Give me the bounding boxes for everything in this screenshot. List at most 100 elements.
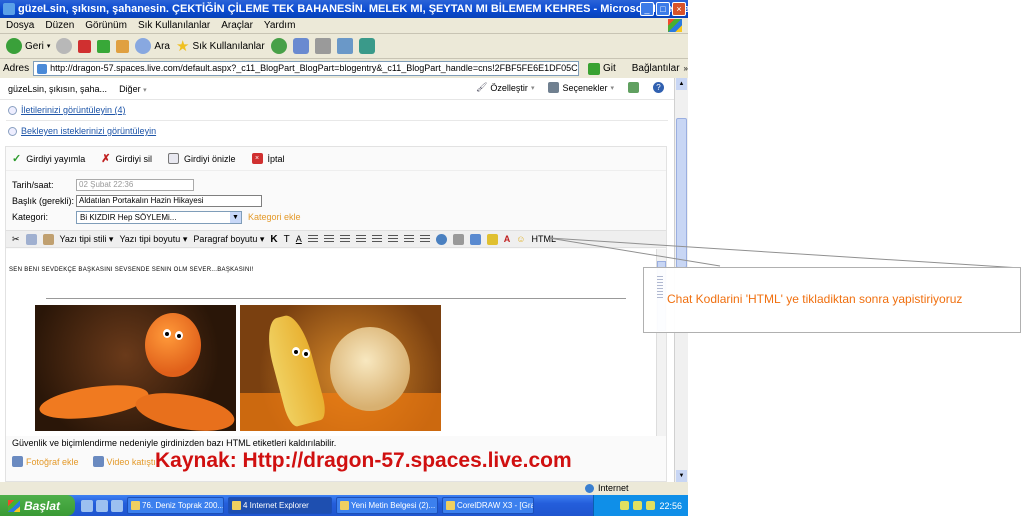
start-button[interactable]: Başlat bbox=[0, 495, 75, 516]
align-center-icon[interactable] bbox=[323, 234, 334, 244]
font-style-dropdown[interactable]: Yazı tipi stili ▾ bbox=[60, 234, 114, 245]
preview-button[interactable]: Girdiyi önizle bbox=[167, 153, 236, 164]
messages-link[interactable]: İletilerinizi görüntüleyin (4) bbox=[21, 105, 126, 115]
tray-icon[interactable] bbox=[633, 501, 643, 510]
quicklaunch-ie-icon[interactable] bbox=[81, 499, 93, 512]
spellcheck-icon[interactable] bbox=[452, 233, 464, 245]
menu-help[interactable]: Yardım bbox=[264, 18, 296, 33]
mail-icon[interactable] bbox=[292, 38, 309, 54]
editor-body[interactable]: SEN BENI SEVDEKÇE BAŞKASINI SEVSENDE SEN… bbox=[6, 249, 656, 436]
menu-edit[interactable]: Düzen bbox=[45, 18, 74, 33]
justify-icon[interactable] bbox=[355, 234, 366, 244]
task-button-1[interactable]: 76. Deniz Toprak 200... bbox=[127, 497, 224, 514]
category-select[interactable]: Bi KIZDIR Hep SÖYLEMi... ▼ bbox=[76, 210, 242, 224]
menu-tools[interactable]: Araçlar bbox=[221, 18, 253, 33]
refresh-icon[interactable] bbox=[97, 39, 111, 53]
back-label: Geri bbox=[25, 40, 44, 52]
more-menu[interactable]: Diğer ▾ bbox=[119, 84, 147, 94]
maximize-button[interactable]: □ bbox=[656, 2, 670, 16]
info-icon bbox=[8, 126, 17, 136]
address-input[interactable]: http://dragon-57.spaces.live.com/default… bbox=[33, 61, 580, 76]
tray-icon[interactable] bbox=[646, 501, 656, 510]
forward-button[interactable] bbox=[56, 38, 73, 54]
photo-banana bbox=[240, 305, 441, 431]
video-icon bbox=[92, 456, 104, 467]
delete-x-icon: ✗ bbox=[101, 153, 111, 165]
brush-icon: 🖌 bbox=[475, 82, 488, 92]
add-category-link[interactable]: Kategori ekle bbox=[248, 212, 301, 222]
link-icon[interactable] bbox=[435, 233, 447, 245]
edit-icon[interactable] bbox=[336, 38, 353, 54]
media-bar: Fotoğraf ekle Video katıştır bbox=[12, 456, 159, 467]
space-name[interactable]: güzeLsin, şıkısın, şaha... bbox=[8, 84, 107, 94]
go-label: Git bbox=[602, 63, 616, 74]
indent-icon[interactable] bbox=[419, 234, 430, 244]
options-button[interactable]: Seçenekler ▾ bbox=[548, 82, 614, 93]
messenger-friends-icon[interactable] bbox=[628, 82, 639, 93]
quicklaunch-desktop-icon[interactable] bbox=[96, 499, 108, 512]
favorites-button[interactable]: ★ Sık Kullanılanlar bbox=[176, 37, 265, 55]
windows-logo-icon bbox=[668, 19, 682, 32]
cancel-button[interactable]: × İptal bbox=[251, 153, 285, 164]
go-arrow-icon bbox=[587, 62, 600, 75]
task-button-ie[interactable]: 4 Internet Explorer bbox=[228, 497, 332, 514]
star-icon: ★ bbox=[175, 38, 190, 55]
table-icon[interactable] bbox=[469, 233, 481, 245]
font-color-icon[interactable]: A bbox=[504, 234, 511, 244]
window-title: güzeLsin, şıkısın, şahanesin. ÇEKTİĞİN Ç… bbox=[18, 3, 688, 15]
highlight-icon[interactable] bbox=[486, 233, 498, 245]
quicklaunch-media-icon[interactable] bbox=[111, 499, 123, 512]
body-text: SEN BENI SEVDEKÇE BAŞKASINI SEVSENDE SEN… bbox=[9, 267, 254, 273]
menu-view[interactable]: Görünüm bbox=[85, 18, 127, 33]
go-button[interactable]: Git bbox=[587, 62, 616, 75]
page-icon bbox=[37, 64, 48, 74]
category-label: Kategori: bbox=[12, 212, 49, 222]
back-button[interactable]: Geri ▾ bbox=[6, 38, 50, 54]
menu-favorites[interactable]: Sık Kullanılanlar bbox=[138, 18, 210, 33]
font-size-dropdown[interactable]: Yazı tipi boyutu ▾ bbox=[119, 234, 187, 245]
bullet-list-icon[interactable] bbox=[387, 234, 398, 244]
stop-icon[interactable] bbox=[78, 39, 92, 53]
customize-button[interactable]: 🖌 Özelleştir ▾ bbox=[476, 82, 534, 93]
numbered-list-icon[interactable] bbox=[371, 234, 382, 244]
bold-button[interactable]: K bbox=[270, 234, 277, 245]
preview-icon bbox=[167, 153, 179, 164]
history-icon[interactable] bbox=[270, 38, 287, 54]
emoticon-icon[interactable]: ☺ bbox=[516, 234, 525, 244]
cut-icon[interactable]: ✂ bbox=[12, 234, 20, 245]
title-bar: güzeLsin, şıkısın, şahanesin. ÇEKTİĞİN Ç… bbox=[0, 0, 688, 18]
print-icon[interactable] bbox=[314, 38, 331, 54]
home-icon[interactable] bbox=[116, 39, 130, 53]
italic-button[interactable]: T bbox=[284, 234, 290, 245]
delete-button[interactable]: ✗ Girdiyi sil bbox=[101, 152, 152, 165]
embed-video-button[interactable]: Video katıştır bbox=[92, 456, 159, 467]
search-button[interactable]: Ara bbox=[135, 38, 170, 54]
system-tray: 22:56 bbox=[593, 495, 688, 516]
paste-icon[interactable] bbox=[42, 233, 54, 245]
outdent-icon[interactable] bbox=[403, 234, 414, 244]
title-field[interactable]: Aldatılan Portakalın Hazin Hikayesi bbox=[76, 195, 262, 207]
close-button[interactable]: × bbox=[672, 2, 686, 16]
align-right-icon[interactable] bbox=[339, 234, 350, 244]
paragraph-size-dropdown[interactable]: Paragraf boyutu ▾ bbox=[193, 234, 264, 245]
notice-messages[interactable]: İletilerinizi görüntüleyin (4) bbox=[0, 100, 674, 120]
links-label[interactable]: Bağlantılar bbox=[632, 63, 680, 74]
publish-button[interactable]: ✓ Girdiyi yayımla bbox=[12, 152, 85, 165]
minimize-button[interactable]: _ bbox=[640, 2, 654, 16]
task-button-notepad[interactable]: Yeni Metin Belgesi (2)... bbox=[336, 497, 438, 514]
tray-icon[interactable] bbox=[620, 501, 630, 510]
menu-file[interactable]: Dosya bbox=[6, 18, 34, 33]
align-left-icon[interactable] bbox=[307, 234, 318, 244]
add-photo-button[interactable]: Fotoğraf ekle bbox=[12, 456, 79, 467]
task-button-coreldraw[interactable]: CorelDRAW X3 - [Gra... bbox=[442, 497, 534, 514]
windows-flag-icon bbox=[8, 499, 20, 512]
messenger-icon[interactable] bbox=[358, 38, 375, 54]
notice-requests[interactable]: Bekleyen isteklerinizi görüntüleyin bbox=[0, 121, 674, 141]
underline-button[interactable]: A bbox=[296, 234, 302, 244]
html-button[interactable]: HTML bbox=[531, 234, 556, 244]
help-icon[interactable]: ? bbox=[653, 82, 664, 93]
chevron-right-icon[interactable]: » bbox=[684, 64, 688, 73]
copy-icon[interactable] bbox=[25, 233, 37, 245]
requests-link[interactable]: Bekleyen isteklerinizi görüntüleyin bbox=[21, 126, 156, 136]
editor-actions: ✓ Girdiyi yayımla ✗ Girdiyi sil Girdiyi … bbox=[6, 147, 666, 171]
